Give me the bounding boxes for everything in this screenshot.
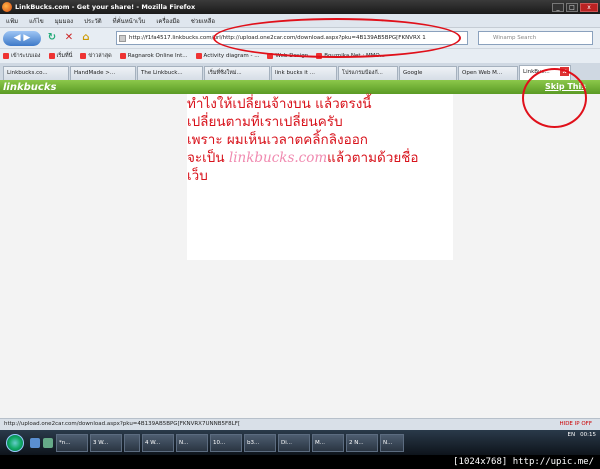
menu-view[interactable]: มุมมอง: [55, 16, 73, 26]
menu-file[interactable]: แฟ้ม: [6, 16, 18, 26]
stop-icon[interactable]: ✕: [62, 31, 76, 45]
highlight-circle-skip: [522, 68, 587, 128]
taskbar-item[interactable]: N...: [380, 433, 404, 452]
window-titlebar: LinkBucks.com - Get your share! - Mozill…: [0, 0, 600, 14]
bookmark-icon: [119, 53, 126, 59]
firefox-icon: [2, 2, 12, 12]
hide-ip-indicator[interactable]: HIDE IP OFF: [559, 419, 592, 430]
linkbucks-frame-bar: linkbucks Skip This: [0, 80, 600, 94]
tab-bar: Linkbucks.co... HandMade >... The Linkbu…: [0, 63, 600, 80]
taskbar-item[interactable]: 3 W...: [90, 433, 122, 452]
brand-text: linkbucks.com: [228, 150, 328, 166]
bookmark-item[interactable]: ข่าวล่าสุด: [80, 52, 112, 60]
tab[interactable]: เริ่มที่ซิงใหม่...: [204, 66, 270, 80]
language-indicator[interactable]: EN: [568, 432, 576, 438]
back-forward-button[interactable]: ◀ ▶: [3, 30, 41, 46]
close-button[interactable]: x: [580, 2, 598, 12]
menu-tools[interactable]: เครื่องมือ: [156, 16, 179, 26]
window-title: LinkBucks.com - Get your share! - Mozill…: [15, 3, 196, 11]
bookmark-icon: [3, 53, 9, 59]
minimize-button[interactable]: _: [552, 2, 564, 12]
taskbar-item[interactable]: N...: [176, 433, 208, 452]
taskbar-item[interactable]: b3...: [244, 433, 276, 452]
status-bar: http://upload.one2car.com/download.aspx?…: [0, 418, 600, 430]
tab[interactable]: Google: [399, 66, 457, 80]
image-caption: [1024x768] http://upic.me/: [0, 455, 600, 469]
menu-bookmarks[interactable]: ที่คั่นหน้าเว็บ: [113, 16, 146, 26]
tab[interactable]: Open Web M...: [458, 66, 518, 80]
tab[interactable]: link bucks it ...: [271, 66, 337, 80]
taskbar-item[interactable]: M...: [312, 433, 344, 452]
taskbar-item[interactable]: 2 N...: [346, 433, 378, 452]
linkbucks-logo: linkbucks: [3, 81, 57, 93]
bookmark-item[interactable]: Activity diagram - ...: [195, 53, 259, 59]
taskbar: *n... 3 W... 4 W... N... 10... b3... Di.…: [0, 430, 600, 455]
system-tray: EN 00:15: [563, 432, 596, 438]
bookmark-icon: [195, 53, 202, 59]
tab[interactable]: HandMade >...: [70, 66, 136, 80]
highlight-circle-url: [213, 18, 461, 58]
home-icon[interactable]: ⌂: [79, 31, 93, 45]
bookmark-item[interactable]: Ragnarok Online Int...: [119, 53, 188, 59]
tab[interactable]: โปรแกรมป้องกั...: [338, 66, 398, 80]
tab[interactable]: Linkbucks.co...: [3, 66, 69, 80]
annotation-text: ทำไงให้เปลี่ยนจ้างบน แล้วตรงนี้ เปลี่ยนต…: [187, 96, 419, 184]
page-icon: [119, 35, 126, 42]
bookmark-icon: [80, 53, 87, 59]
menu-help[interactable]: ช่วยเหลือ: [191, 16, 215, 26]
page-content: ทำไงให้เปลี่ยนจ้างบน แล้วตรงนี้ เปลี่ยนต…: [0, 94, 600, 418]
taskbar-item[interactable]: [124, 433, 140, 452]
show-desktop-icon[interactable]: [43, 437, 53, 448]
bookmark-item[interactable]: เริ่มที่นี่: [48, 52, 72, 60]
status-text: http://upload.one2car.com/download.aspx?…: [4, 421, 241, 427]
menu-history[interactable]: ประวัติ: [84, 16, 102, 26]
maximize-button[interactable]: □: [566, 2, 578, 12]
clock[interactable]: 00:15: [580, 432, 596, 438]
start-button[interactable]: [6, 433, 24, 452]
bookmark-icon: [48, 53, 55, 59]
taskbar-item[interactable]: Di...: [278, 433, 310, 452]
taskbar-item[interactable]: *n...: [56, 433, 88, 452]
taskbar-item[interactable]: 4 W...: [142, 433, 174, 452]
taskbar-item[interactable]: 10...: [210, 433, 242, 452]
menu-edit[interactable]: แก้ไข: [29, 16, 44, 26]
reload-icon[interactable]: ↻: [45, 31, 59, 45]
search-input[interactable]: Winamp Search: [478, 31, 593, 45]
ie-icon[interactable]: [30, 437, 40, 448]
tab[interactable]: The Linkbuck...: [137, 66, 203, 80]
bookmark-item[interactable]: เข้าระบบเอง: [3, 52, 41, 60]
